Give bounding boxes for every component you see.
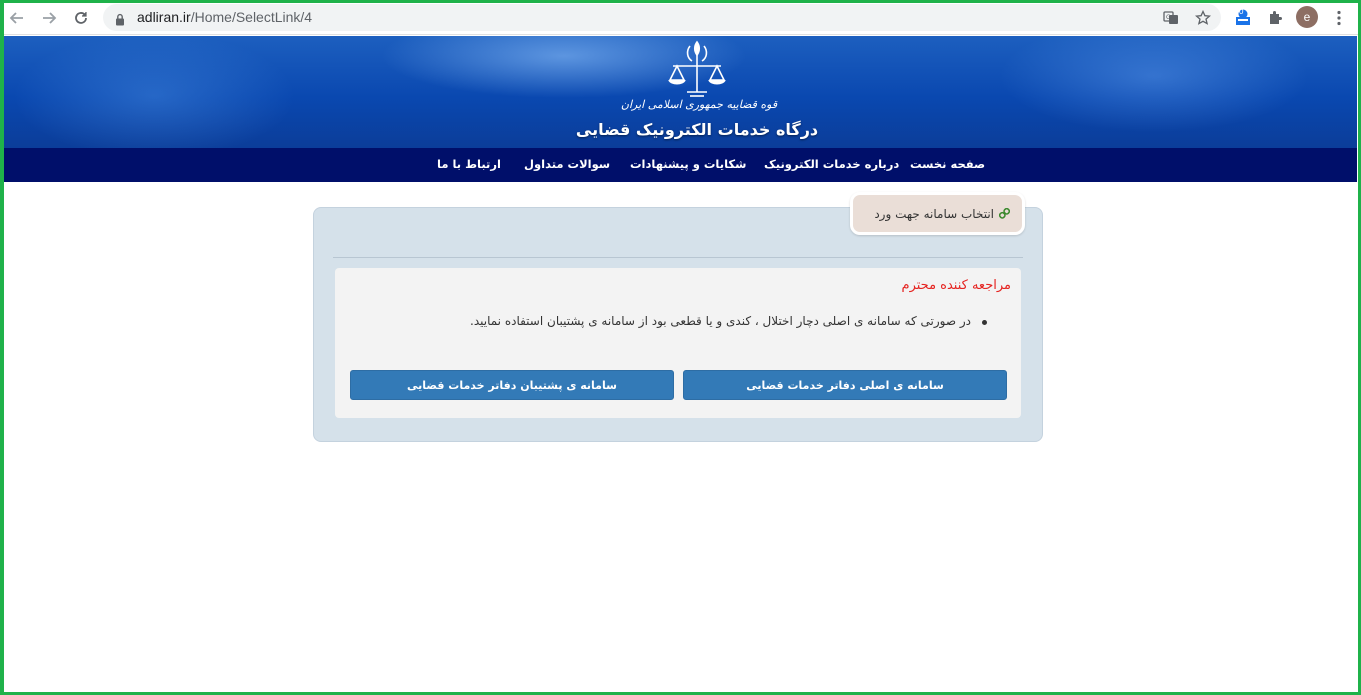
forward-icon[interactable]	[38, 7, 60, 29]
url-domain: adliran.ir	[137, 9, 191, 25]
address-bar[interactable]: adliran.ir/Home/SelectLink/4 G	[103, 4, 1221, 31]
extension-badge-icon[interactable]: 0	[1232, 7, 1254, 29]
notice-title: مراجعه کننده محترم	[901, 278, 1011, 293]
nav-item-faq[interactable]: سوالات متداول	[524, 157, 610, 171]
translate-icon[interactable]: G	[1161, 8, 1181, 28]
browser-toolbar: adliran.ir/Home/SelectLink/4 G 0 e	[0, 0, 1361, 35]
lock-icon[interactable]	[115, 11, 125, 30]
primary-system-button[interactable]: سامانه ی اصلی دفاتر خدمات قضایی	[683, 370, 1007, 400]
nav-item-home[interactable]: صفحه نخست	[910, 157, 985, 171]
bullet-icon	[982, 320, 987, 325]
nav-item-contact[interactable]: ارتباط با ما	[437, 157, 501, 171]
menu-icon[interactable]	[1328, 7, 1350, 29]
extension-badge-count: 0	[1239, 7, 1244, 16]
link-icon	[998, 204, 1011, 223]
nav-item-about[interactable]: درباره خدمات الکترونیک	[764, 157, 899, 171]
url-path: /Home/SelectLink/4	[190, 9, 313, 25]
notice-text: در صورتی که سامانه ی اصلی دچار اختلال ، …	[470, 314, 971, 328]
judiciary-motto: قوه قضاییه جمهوری اسلامی ایران	[620, 98, 778, 111]
backup-system-button[interactable]: سامانه ی پشتیبان دفاتر خدمات قضایی	[350, 370, 674, 400]
panel-divider	[333, 257, 1023, 258]
panel-tab: انتخاب سامانه جهت ورد	[850, 192, 1025, 235]
profile-avatar[interactable]: e	[1296, 6, 1318, 28]
judiciary-emblem-icon	[663, 40, 731, 106]
url-text: adliran.ir/Home/SelectLink/4	[137, 9, 312, 25]
nav-item-complaints[interactable]: شکایات و پیشنهادات	[630, 157, 746, 171]
reload-icon[interactable]	[70, 7, 92, 29]
site-title: درگاه خدمات الکترونیک قضایی	[575, 120, 819, 139]
back-icon[interactable]	[6, 7, 28, 29]
star-icon[interactable]	[1193, 8, 1213, 28]
puzzle-icon[interactable]	[1264, 7, 1286, 29]
svg-text:G: G	[1166, 14, 1171, 21]
panel-tab-label: انتخاب سامانه جهت ورد	[874, 206, 994, 221]
main-navbar: صفحه نخست درباره خدمات الکترونیک شکایات …	[4, 148, 1357, 182]
site-banner: قوه قضاییه جمهوری اسلامی ایران درگاه خدم…	[4, 36, 1357, 148]
